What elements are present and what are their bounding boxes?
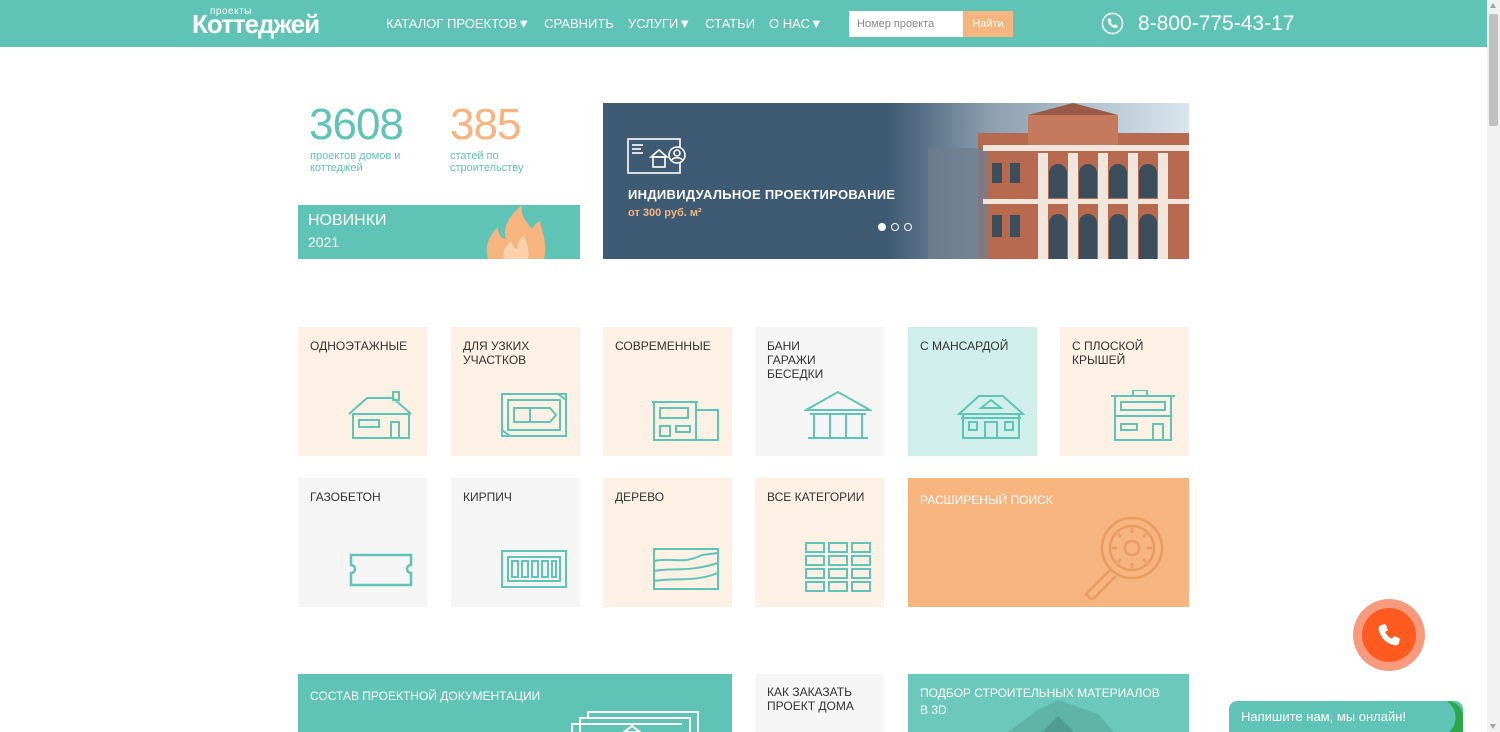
how-to-order-tile[interactable]: КАК ЗАКАЗАТЬ ПРОЕКТ ДОМА xyxy=(755,674,884,732)
phone-number[interactable]: 8-800-775-43-17 xyxy=(1138,12,1294,36)
documents-stack-icon xyxy=(571,711,699,732)
nav-compare[interactable]: СРАВНИТЬ xyxy=(544,16,614,31)
narrow-plot-icon xyxy=(501,393,567,437)
phone-icon xyxy=(1101,12,1124,35)
how-to-order-label: КАК ЗАКАЗАТЬ ПРОЕКТ ДОМА xyxy=(767,685,854,713)
fire-icon xyxy=(486,205,546,259)
logo-title: Коттеджей xyxy=(192,9,320,39)
category-label: ДЛЯ УЗКИХ УЧАСТКОВ xyxy=(463,339,530,367)
search-button[interactable]: Найти xyxy=(963,11,1013,37)
articles-count-label: статей по строительству xyxy=(450,150,524,174)
new-projects-title: НОВИНКИ xyxy=(308,212,387,229)
scroll-thumb[interactable] xyxy=(1489,14,1498,126)
projects-count: 3608 xyxy=(309,100,404,149)
modern-house-icon xyxy=(652,401,719,441)
category-label: С ПЛОСКОЙ КРЫШЕЙ xyxy=(1072,339,1144,367)
all-categories-icon xyxy=(805,542,871,592)
advanced-search-tile[interactable]: РАСШИРЕНЫЙ ПОИСК xyxy=(908,478,1189,607)
category-one-story[interactable]: ОДНОЭТАЖНЫЕ xyxy=(298,327,427,456)
category-modern[interactable]: СОВРЕМЕННЫЕ xyxy=(603,327,732,456)
slider-dot-3[interactable] xyxy=(904,223,912,231)
category-label: ДЕРЕВО xyxy=(615,490,665,504)
category-label: БАНИ ГАРАЖИ БЕСЕДКИ xyxy=(767,339,824,381)
articles-count: 385 xyxy=(450,100,521,149)
materials-3d-tile[interactable]: ПОДБОР СТРОИТЕЛЬНЫХ МАТЕРИАЛОВ В 3D xyxy=(908,674,1189,732)
category-all[interactable]: ВСЕ КАТЕГОРИИ xyxy=(755,478,884,607)
online-status-icon xyxy=(1447,701,1463,732)
promo-slider[interactable]: ИНДИВИДУАЛЬНОЕ ПРОЕКТИРОВАНИЕ от 300 руб… xyxy=(603,103,1189,259)
scroll-up-arrow-icon[interactable] xyxy=(1490,3,1496,8)
category-baths-garages[interactable]: БАНИ ГАРАЖИ БЕСЕДКИ xyxy=(755,327,884,456)
scroll-down-arrow-icon[interactable] xyxy=(1490,724,1496,729)
banner-price: от 300 руб. м² xyxy=(628,207,702,219)
one-story-house-icon xyxy=(348,391,412,439)
flat-roof-house-icon xyxy=(1111,390,1175,441)
banner-title: ИНДИВИДУАЛЬНОЕ ПРОЕКТИРОВАНИЕ xyxy=(628,187,896,202)
page-scrollbar[interactable] xyxy=(1487,0,1500,732)
chat-label: Напишите нам, мы онлайн! xyxy=(1241,709,1407,724)
category-narrow-plot[interactable]: ДЛЯ УЗКИХ УЧАСТКОВ xyxy=(451,327,580,456)
callback-button-inner[interactable] xyxy=(1362,608,1416,662)
category-label: КИРПИЧ xyxy=(463,490,512,504)
main-nav: КАТАЛОГ ПРОЕКТОВ▼ СРАВНИТЬ УСЛУГИ▼ СТАТЬ… xyxy=(386,16,823,31)
brick-icon xyxy=(501,550,567,588)
category-attic[interactable]: С МАНСАРДОЙ xyxy=(908,327,1037,456)
gas-block-icon xyxy=(349,553,413,587)
category-gas-block[interactable]: ГАЗОБЕТОН xyxy=(298,478,427,607)
materials-3d-label: ПОДБОР СТРОИТЕЛЬНЫХ МАТЕРИАЛОВ В 3D xyxy=(920,686,1160,717)
category-wood[interactable]: ДЕРЕВО xyxy=(603,478,732,607)
new-projects-year: 2021 xyxy=(308,234,340,250)
project-plan-icon xyxy=(627,138,686,174)
documentation-tile[interactable]: СОСТАВ ПРОЕКТНОЙ ДОКУМЕНТАЦИИ xyxy=(298,674,732,732)
slider-dot-2[interactable] xyxy=(891,223,899,231)
gazebo-icon xyxy=(804,390,872,439)
nav-about[interactable]: О НАС▼ xyxy=(769,16,823,31)
category-label: ВСЕ КАТЕГОРИИ xyxy=(767,490,865,504)
category-label: С МАНСАРДОЙ xyxy=(920,339,1009,353)
building-illustration xyxy=(888,103,1189,259)
slider-dot-1[interactable] xyxy=(878,223,886,231)
category-label: ОДНОЭТАЖНЫЕ xyxy=(310,339,408,353)
new-projects-banner[interactable]: НОВИНКИ 2021 xyxy=(298,205,580,259)
category-flat-roof[interactable]: С ПЛОСКОЙ КРЫШЕЙ xyxy=(1060,327,1189,456)
projects-count-label: проектов домов и коттеджей xyxy=(310,150,401,174)
attic-house-icon xyxy=(957,395,1025,439)
callback-button[interactable] xyxy=(1353,599,1425,671)
nav-catalog[interactable]: КАТАЛОГ ПРОЕКТОВ▼ xyxy=(386,16,530,31)
advanced-search-label: РАСШИРЕНЫЙ ПОИСК xyxy=(920,493,1053,507)
site-header: проекты Коттеджей КАТАЛОГ ПРОЕКТОВ▼ СРАВ… xyxy=(0,0,1487,47)
nav-articles[interactable]: СТАТЬИ xyxy=(705,16,755,31)
category-label: ГАЗОБЕТОН xyxy=(310,490,381,504)
category-label: СОВРЕМЕННЫЕ xyxy=(615,339,711,353)
magnifier-gear-icon xyxy=(1084,516,1164,600)
nav-services[interactable]: УСЛУГИ▼ xyxy=(628,16,691,31)
online-chat-widget[interactable]: Напишите нам, мы онлайн! xyxy=(1229,701,1463,732)
phone-handset-icon xyxy=(1378,624,1400,646)
documentation-label: СОСТАВ ПРОЕКТНОЙ ДОКУМЕНТАЦИИ xyxy=(310,689,541,703)
category-brick[interactable]: КИРПИЧ xyxy=(451,478,580,607)
wood-icon xyxy=(653,548,719,590)
project-number-input[interactable] xyxy=(849,11,963,37)
